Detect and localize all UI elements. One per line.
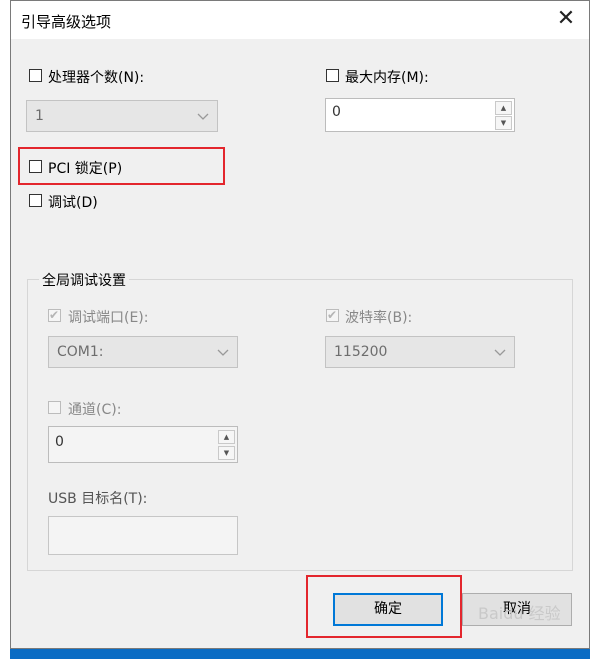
channel-checkbox[interactable] — [48, 401, 61, 414]
baidu-watermark: Baidu 经验 — [478, 604, 561, 623]
channel-stepper[interactable]: 0 ▲ ▼ — [48, 426, 238, 463]
chevron-down-icon — [197, 113, 209, 120]
spin-up-icon[interactable]: ▲ — [218, 430, 235, 444]
highlight-box-pci — [18, 147, 225, 185]
chevron-down-icon — [217, 349, 229, 356]
max-memory-spin-buttons: ▲ ▼ — [495, 101, 512, 130]
background-window-right — [590, 0, 600, 659]
debug-port-select[interactable]: COM1: — [48, 336, 238, 368]
processors-value: 1 — [35, 108, 44, 124]
debug-port-label: 调试端口(E): — [68, 310, 149, 326]
debug-checkbox[interactable] — [29, 194, 42, 207]
spin-up-icon[interactable]: ▲ — [495, 101, 512, 115]
channel-value: 0 — [55, 434, 64, 450]
channel-spin-buttons: ▲ ▼ — [218, 429, 235, 460]
close-icon[interactable]: ✕ — [543, 1, 589, 39]
processors-label: 处理器个数(N): — [48, 70, 145, 86]
check-icon: ✔ — [327, 308, 338, 322]
max-memory-stepper[interactable]: 0 ▲ ▼ — [325, 98, 515, 132]
highlight-box-ok — [306, 575, 462, 638]
max-memory-value: 0 — [332, 104, 341, 120]
baud-rate-label: 波特率(B): — [345, 310, 413, 326]
usb-target-input[interactable] — [48, 516, 238, 555]
chevron-down-icon — [494, 349, 506, 356]
usb-target-label: USB 目标名(T): — [48, 491, 148, 507]
spin-down-icon[interactable]: ▼ — [218, 446, 235, 460]
spin-down-icon[interactable]: ▼ — [495, 116, 512, 130]
debug-label: 调试(D) — [48, 195, 98, 211]
title-bar: 引导高级选项 ✕ — [11, 1, 589, 39]
baud-rate-checkbox[interactable]: ✔ — [326, 308, 339, 322]
debug-port-checkbox[interactable]: ✔ — [48, 308, 61, 322]
max-memory-label: 最大内存(M): — [345, 70, 429, 86]
baud-rate-select[interactable]: 115200 — [325, 336, 515, 368]
global-debug-group-title: 全局调试设置 — [39, 270, 129, 290]
dialog-title: 引导高级选项 — [21, 13, 112, 31]
processors-checkbox[interactable] — [29, 69, 42, 82]
channel-label: 通道(C): — [68, 402, 122, 418]
max-memory-checkbox[interactable] — [326, 69, 339, 82]
background-window-left — [0, 0, 10, 659]
baud-rate-value: 115200 — [334, 344, 388, 360]
debug-port-value: COM1: — [57, 344, 104, 360]
check-icon: ✔ — [49, 308, 60, 322]
processors-select[interactable]: 1 — [26, 100, 218, 132]
